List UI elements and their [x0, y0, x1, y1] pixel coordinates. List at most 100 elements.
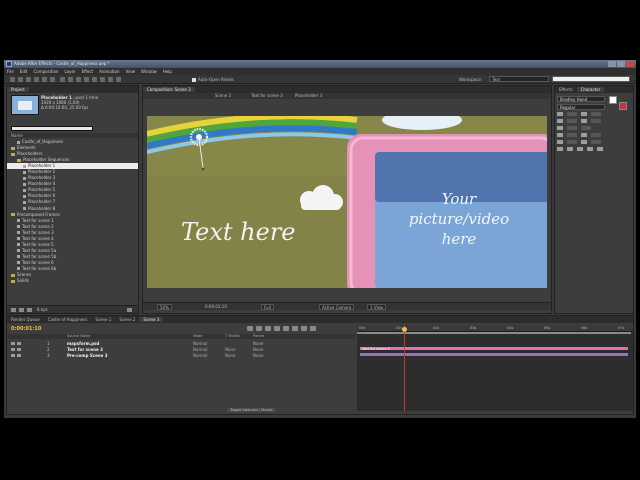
layer-row[interactable]: 3 Pre-comp Scene 3 Normal None None — [7, 353, 355, 358]
workspace-select[interactable]: Text — [489, 76, 549, 82]
maximize-button[interactable] — [617, 61, 625, 67]
tsume-field[interactable] — [591, 140, 601, 144]
bit-depth-button[interactable]: 8 bpc — [37, 307, 48, 312]
layer-bar-text[interactable]: Text for scene 3 — [359, 346, 629, 351]
visibility-eye-icon[interactable] — [11, 348, 15, 351]
draft-3d-icon[interactable] — [256, 326, 262, 331]
clone-tool-icon[interactable] — [92, 77, 97, 82]
all-caps-icon[interactable] — [577, 147, 583, 151]
project-folder[interactable]: Solids — [7, 278, 138, 284]
leading-field[interactable] — [591, 112, 601, 116]
tab-project[interactable]: Project — [7, 87, 29, 92]
superscript-icon[interactable] — [597, 147, 603, 151]
camera-select[interactable]: Active Camera — [319, 304, 355, 310]
layer-row[interactable]: 2 Text for scene 3 Normal None None — [7, 347, 355, 352]
col-mode[interactable]: Mode — [193, 334, 203, 339]
viewer-timecode[interactable]: 0:00:01:10 — [205, 304, 227, 309]
menu-layer[interactable]: Layer — [61, 69, 78, 74]
visibility-eye-icon[interactable] — [11, 354, 15, 357]
layer-mode-select[interactable]: Normal — [193, 347, 207, 352]
style-select[interactable]: Regular — [557, 104, 605, 110]
hand-tool-icon[interactable] — [18, 77, 23, 82]
new-folder-icon[interactable] — [19, 308, 24, 312]
small-caps-icon[interactable] — [587, 147, 593, 151]
tab-scene-2[interactable]: Scene 2 — [115, 317, 139, 322]
tab-castle[interactable]: Castle of Happiness — [44, 317, 92, 322]
timeline-current-time[interactable]: 0:00:01:10 — [11, 326, 41, 332]
eraser-tool-icon[interactable] — [100, 77, 105, 82]
menu-composition[interactable]: Composition — [30, 69, 61, 74]
vertical-scale-field[interactable] — [567, 133, 577, 137]
trash-icon[interactable] — [127, 308, 132, 312]
col-parent[interactable]: Parent — [253, 334, 264, 339]
layer-bar-precomp[interactable] — [359, 352, 629, 357]
crumb-placeholder[interactable]: Placeholder 3 — [295, 93, 322, 99]
pen-tool-icon[interactable] — [68, 77, 73, 82]
motion-blur-icon[interactable] — [283, 326, 289, 331]
brainstorm-icon[interactable] — [292, 326, 298, 331]
layer-row[interactable]: 1 mapsform.psd Normal None — [7, 341, 355, 346]
search-help-input[interactable] — [552, 76, 630, 82]
faux-italic-icon[interactable] — [567, 147, 573, 151]
views-select[interactable]: 1 View — [367, 304, 387, 310]
zoom-tool-icon[interactable] — [26, 77, 31, 82]
type-tool-icon[interactable] — [76, 77, 81, 82]
layer-name[interactable]: Text for scene 3 — [67, 347, 103, 352]
work-area-bar[interactable] — [357, 332, 631, 334]
layer-parent-select[interactable]: None — [253, 353, 263, 358]
graph-editor-icon[interactable] — [310, 326, 316, 331]
close-button[interactable] — [626, 61, 634, 67]
menu-view[interactable]: View — [123, 69, 139, 74]
current-time-indicator[interactable] — [404, 325, 405, 411]
col-source-name[interactable]: Source Name — [67, 334, 90, 339]
rotate-tool-icon[interactable] — [34, 77, 39, 82]
layer-name[interactable]: Pre-comp Scene 3 — [67, 353, 108, 358]
timeline-tracks[interactable]: 00s 01s 02s 03s 04s 05s 06s 07s Text for scene … — [357, 325, 633, 411]
layer-trkmat-select[interactable]: None — [225, 347, 235, 352]
menu-help[interactable]: Help — [160, 69, 175, 74]
roto-brush-tool-icon[interactable] — [108, 77, 113, 82]
auto-open-panels[interactable]: Auto-Open Panels — [192, 77, 234, 82]
tab-render-queue[interactable]: Render Queue — [7, 317, 44, 322]
menu-window[interactable]: Window — [138, 69, 160, 74]
frame-blending-icon[interactable] — [274, 326, 280, 331]
horizontal-scale-field[interactable] — [591, 133, 601, 137]
audio-switch-icon[interactable] — [17, 342, 21, 345]
menu-edit[interactable]: Edit — [17, 69, 31, 74]
tracking-field[interactable] — [591, 119, 601, 123]
toggle-switches-modes-button[interactable]: Toggle Switches / Modes — [227, 408, 276, 412]
name-column-header[interactable]: Name — [7, 133, 138, 138]
canvas-text[interactable]: Text here — [181, 218, 296, 246]
auto-keyframe-icon[interactable] — [301, 326, 307, 331]
brush-tool-icon[interactable] — [84, 77, 89, 82]
layer-mode-select[interactable]: Normal — [193, 353, 207, 358]
tab-composition[interactable]: Composition: Scene 3 — [143, 87, 195, 92]
hide-shy-layers-icon[interactable] — [265, 326, 271, 331]
layer-parent-select[interactable]: None — [253, 347, 263, 352]
layer-parent-select[interactable]: None — [253, 341, 263, 346]
audio-switch-icon[interactable] — [17, 354, 21, 357]
layer-trkmat-select[interactable]: None — [225, 353, 235, 358]
layer-name[interactable]: mapsform.psd — [67, 341, 99, 346]
layer-mode-select[interactable]: Normal — [193, 341, 207, 346]
tab-scene-3[interactable]: Scene 3 — [139, 317, 164, 322]
stroke-color-swatch[interactable] — [619, 102, 627, 110]
stroke-mode-select[interactable] — [581, 126, 591, 130]
project-search-input[interactable] — [11, 126, 93, 131]
audio-switch-icon[interactable] — [17, 348, 21, 351]
visibility-eye-icon[interactable] — [11, 342, 15, 345]
mask-tool-icon[interactable] — [60, 77, 65, 82]
fill-color-swatch[interactable] — [609, 96, 617, 104]
crumb-text[interactable]: Text for scene 3 — [251, 93, 283, 99]
composition-viewer[interactable]: Text here Your picture/video here — [147, 116, 547, 288]
faux-bold-icon[interactable] — [557, 147, 563, 151]
interpret-footage-icon[interactable] — [11, 308, 16, 312]
tab-scene-1[interactable]: Scene 1 — [91, 317, 115, 322]
font-select[interactable]: Bradley Hand — [557, 96, 605, 102]
tab-character[interactable]: Character — [576, 87, 605, 92]
tab-effects[interactable]: Effects — [555, 87, 577, 92]
minimize-button[interactable] — [608, 61, 616, 67]
time-ruler[interactable]: 00s 01s 02s 03s 04s 05s 06s 07s — [357, 325, 633, 332]
col-trkmat[interactable]: T TrkMat — [225, 334, 240, 339]
selection-tool-icon[interactable] — [10, 77, 15, 82]
